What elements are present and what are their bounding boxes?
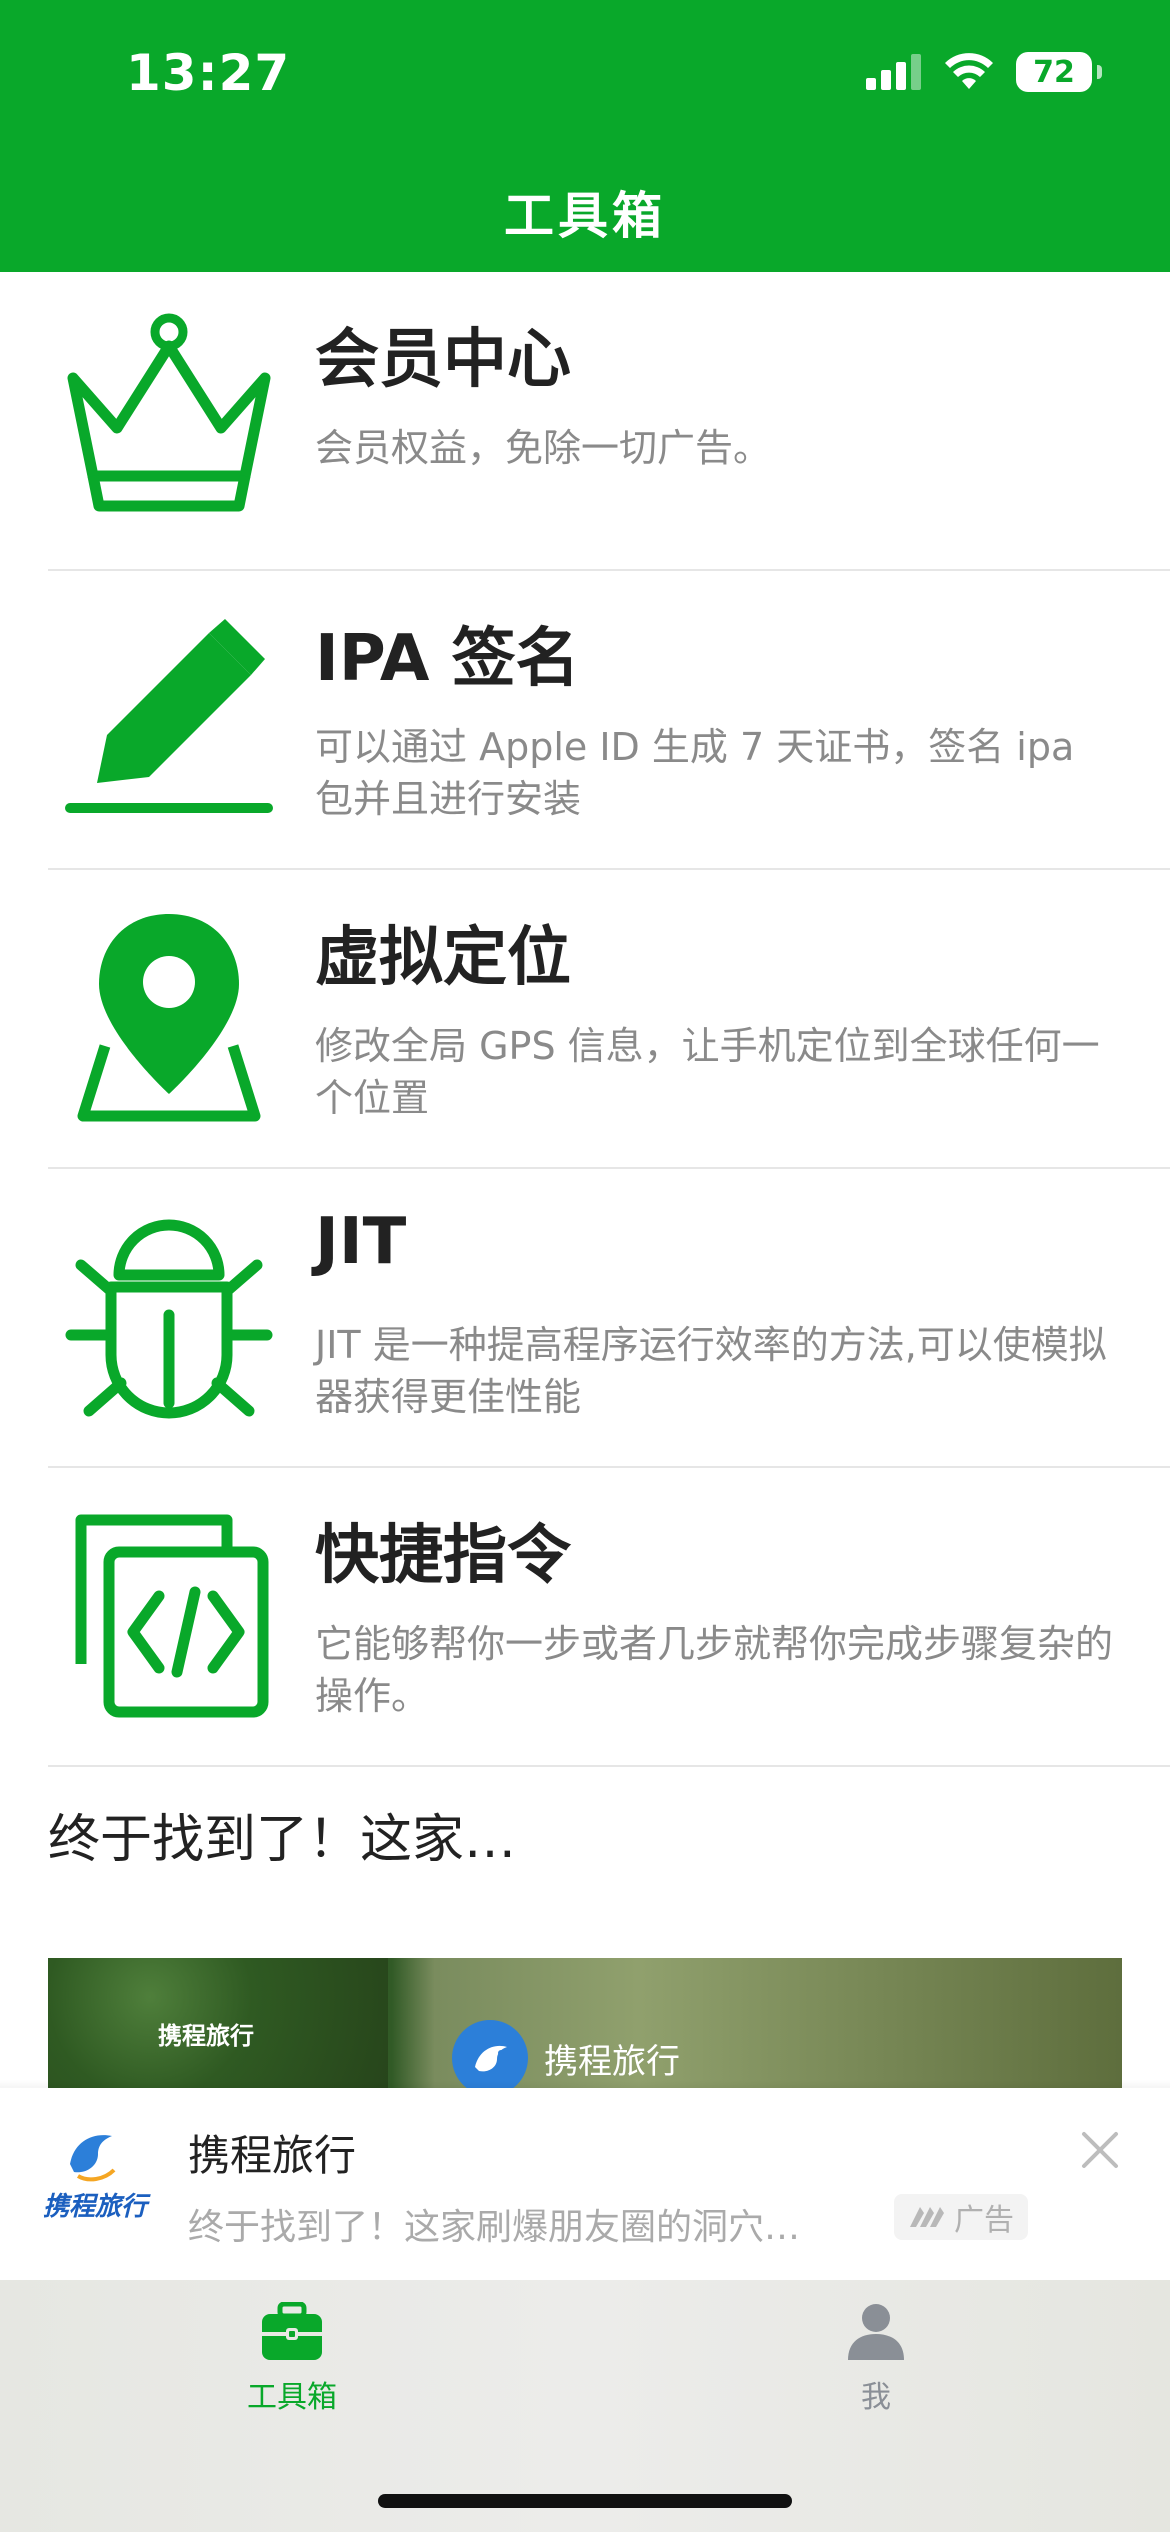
cellular-signal-icon [866,54,921,90]
tab-me[interactable]: 我 [766,2302,986,2416]
divider [48,1765,1170,1767]
tool-title: JIT [315,1205,407,1279]
status-icons: 72 [866,52,1102,92]
bug-icon [54,1195,284,1435]
banner-title: 携程旅行 [188,2131,357,2180]
status-time: 13:27 [126,44,291,102]
ad-mini-brand: 携程旅行 [158,2022,254,2050]
ad-image[interactable]: 携程旅行 携程旅行 [48,1958,1122,2088]
app-header: 13:27 72 工具箱 [0,0,1170,272]
tool-item-jit[interactable]: JIT JIT 是一种提高程序运行效率的方法,可以使模拟器获得更佳性能 [0,1169,1170,1468]
tool-item-vip-center[interactable]: 会员中心 会员权益，免除一切广告。 [0,272,1170,571]
ad-brand-chip: 携程旅行 [452,2020,680,2088]
tab-me-label: 我 [861,2380,891,2415]
tool-title: 快捷指令 [315,1519,571,1593]
wifi-icon [945,53,993,89]
code-shortcut-icon [54,1494,284,1734]
tool-title: 会员中心 [315,323,571,397]
tab-tools[interactable]: 工具箱 [182,2301,402,2416]
battery-indicator: 72 [1016,52,1102,92]
tool-description: JIT 是一种提高程序运行效率的方法,可以使模拟器获得更佳性能 [315,1323,1107,1419]
tool-title: 虚拟定位 [315,921,571,995]
dolphin-icon [452,2020,528,2088]
ad-tag-label: 广告 [954,2203,1014,2238]
banner-description: 终于找到了！这家刷爆朋友圈的洞穴… [188,2207,801,2248]
tool-description: 修改全局 GPS 信息，让手机定位到全球任何一个位置 [315,1024,1100,1120]
ad-caption[interactable]: 终于找到了！这家… [48,1806,516,1874]
ad-caption-text: 终于找到了！这家… [48,1810,517,1870]
tool-description: 会员权益，免除一切广告。 [315,426,772,470]
tool-item-virtual-location[interactable]: 虚拟定位 修改全局 GPS 信息，让手机定位到全球任何一个位置 [0,870,1170,1169]
ctrip-logo: 携程旅行 [30,2124,160,2234]
tool-item-ipa-sign[interactable]: IPA 签名 可以通过 Apple ID 生成 7 天证书，签名 ipa 包并且… [0,571,1170,870]
home-indicator [378,2494,792,2508]
tool-title: IPA 签名 [315,622,580,696]
user-icon [848,2304,904,2360]
pencil-icon [54,597,284,837]
tool-description: 可以通过 Apple ID 生成 7 天证书，签名 ipa 包并且进行安装 [315,725,1075,821]
page-title: 工具箱 [504,187,666,245]
ad-brand-name: 携程旅行 [544,2041,680,2082]
location-pin-icon [54,896,284,1136]
tab-tools-label: 工具箱 [247,2380,337,2415]
tool-description: 它能够帮你一步或者几步就帮你完成步骤复杂的操作。 [315,1622,1114,1718]
ad-network-icon [910,2207,944,2227]
toolbox-icon [262,2301,322,2360]
crown-icon [54,298,284,538]
tool-list: 会员中心 会员权益，免除一切广告。 IPA 签名 可以通过 Apple ID 生… [0,272,1170,1767]
ad-tag: 广告 [894,2194,1028,2240]
ctrip-logo-text: 携程旅行 [42,2192,147,2222]
tool-item-shortcuts[interactable]: 快捷指令 它能够帮你一步或者几步就帮你完成步骤复杂的操作。 [0,1468,1170,1767]
ad-banner[interactable]: 携程旅行 携程旅行 终于找到了！这家刷爆朋友圈的洞穴… 广告 [0,2088,1170,2280]
close-icon[interactable] [1078,2128,1122,2172]
